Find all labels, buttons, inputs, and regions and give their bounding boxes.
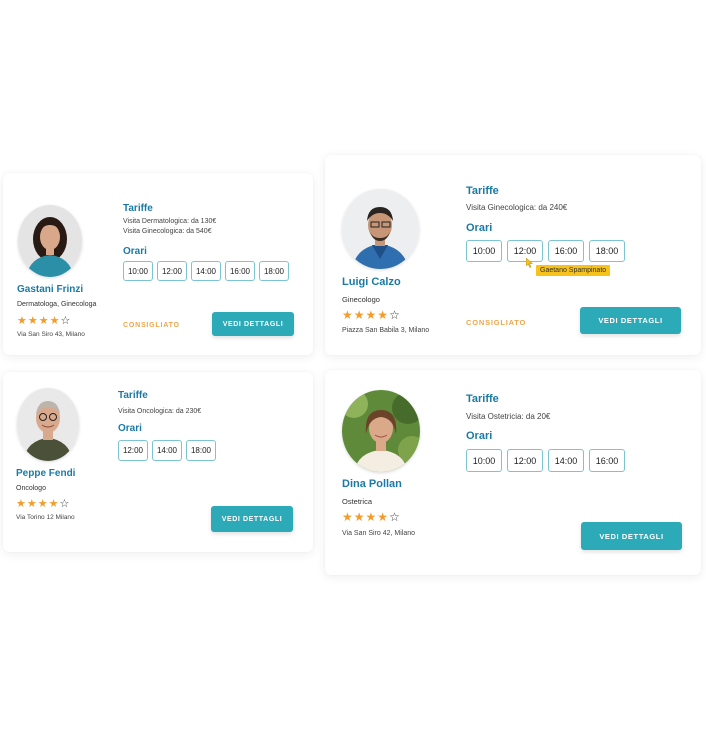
time-slot[interactable]: 18:00 [259,261,289,281]
details-button[interactable]: VEDI DETTAGLI [211,506,293,532]
star-icon: ★ [377,510,390,524]
cursor-icon [526,258,534,268]
time-slots: 12:00 14:00 18:00 [118,440,216,461]
star-icon: ★ [353,308,366,322]
time-slot[interactable]: 16:00 [548,240,584,262]
orari-heading: Orari [466,222,493,234]
orari-heading: Orari [123,246,147,257]
recommended-label: CONSIGLIATO [123,322,180,329]
star-icon: ★ [26,498,38,510]
doctor-specialty: Ostetrica [342,497,373,506]
star-icon: ★ [342,510,354,524]
time-slot[interactable]: 10:00 [466,449,502,472]
star-icon: ★ [353,510,366,524]
star-icon: ★ [365,308,378,322]
avatar [17,388,79,461]
time-slot[interactable]: 14:00 [191,261,221,281]
time-slots: 10:00 12:00 14:00 16:00 [466,449,625,472]
doctor-card: Gastani Frinzi Dermatologa, Ginecologa ★… [3,173,313,355]
doctor-card: Dina Pollan Ostetrica ★★★★☆ Via San Siro… [325,370,701,575]
details-button[interactable]: VEDI DETTAGLI [212,312,294,336]
star-icon: ★ [27,315,39,327]
avatar [342,390,420,472]
cursor-tooltip: Gaetano Spampinato [536,265,611,276]
tariffe-heading: Tariffe [466,393,499,405]
time-slot[interactable]: 10:00 [466,240,502,262]
star-icon: ★ [377,308,390,322]
tariff-line: Visita Dermatologica: da 130€ [123,218,217,225]
star-icon: ★ [365,510,378,524]
star-icon: ★ [342,308,354,322]
time-slot[interactable]: 10:00 [123,261,153,281]
rating-stars: ★★★★☆ [17,314,71,327]
time-slot[interactable]: 18:00 [589,240,625,262]
details-button[interactable]: VEDI DETTAGLI [581,522,682,550]
tariff-line: Visita Ostetricia: da 20€ [466,412,551,421]
time-slot[interactable]: 14:00 [548,449,584,472]
doctor-name[interactable]: Peppe Fendi [16,468,75,479]
tariffe-heading: Tariffe [123,203,153,214]
star-icon: ★ [17,315,28,327]
time-slot[interactable]: 16:00 [589,449,625,472]
doctor-name[interactable]: Dina Pollan [342,478,402,490]
tariff-line: Visita Ginecologica: da 540€ [123,228,212,235]
doctor-specialty: Dermatologa, Ginecologa [17,301,97,308]
time-slot[interactable]: 12:00 [507,240,543,262]
star-icon: ★ [49,315,61,327]
doctor-address: Piazza San Babila 3, Milano [342,327,430,334]
rating-stars: ★★★★☆ [16,497,70,510]
star-empty-icon: ☆ [389,510,401,524]
tariff-line: Visita Oncologica: da 230€ [118,408,202,415]
avatar [342,189,419,269]
time-slots: 10:00 12:00 16:00 18:00 [466,240,625,262]
doctor-name[interactable]: Gastani Frinzi [17,284,83,295]
orari-heading: Orari [466,430,493,442]
time-slot[interactable]: 18:00 [186,440,216,461]
star-icon: ★ [37,498,49,510]
rating-stars: ★★★★☆ [342,510,401,524]
doctor-card: Luigi Calzo Ginecologo ★★★★☆ Piazza San … [325,155,701,355]
avatar [18,205,82,277]
doctor-address: Via Torino 12 Milano [16,514,75,521]
rating-stars: ★★★★☆ [342,308,401,322]
orari-heading: Orari [118,423,142,434]
recommended-label: CONSIGLIATO [466,318,527,327]
star-empty-icon: ☆ [60,315,72,327]
tariffe-heading: Tariffe [466,185,499,197]
time-slot[interactable]: 12:00 [118,440,148,461]
doctor-specialty: Ginecologo [342,295,380,304]
tariffe-heading: Tariffe [118,390,148,401]
star-empty-icon: ☆ [389,308,401,322]
time-slot[interactable]: 12:00 [157,261,187,281]
doctor-address: Via San Siro 42, Milano [342,530,416,537]
time-slot[interactable]: 14:00 [152,440,182,461]
doctor-address: Via San Siro 43, Milano [17,331,85,338]
star-icon: ★ [38,315,50,327]
star-icon: ★ [16,498,27,510]
star-icon: ★ [48,498,60,510]
star-empty-icon: ☆ [59,498,71,510]
doctor-card: Peppe Fendi Oncologo ★★★★☆ Via Torino 12… [3,372,313,552]
time-slot[interactable]: 16:00 [225,261,255,281]
tariff-line: Visita Ginecologica: da 240€ [466,203,568,212]
doctor-name[interactable]: Luigi Calzo [342,276,401,288]
doctor-specialty: Oncologo [16,485,46,492]
time-slots: 10:00 12:00 14:00 16:00 18:00 [123,261,289,281]
details-button[interactable]: VEDI DETTAGLI [580,307,681,334]
time-slot[interactable]: 12:00 [507,449,543,472]
